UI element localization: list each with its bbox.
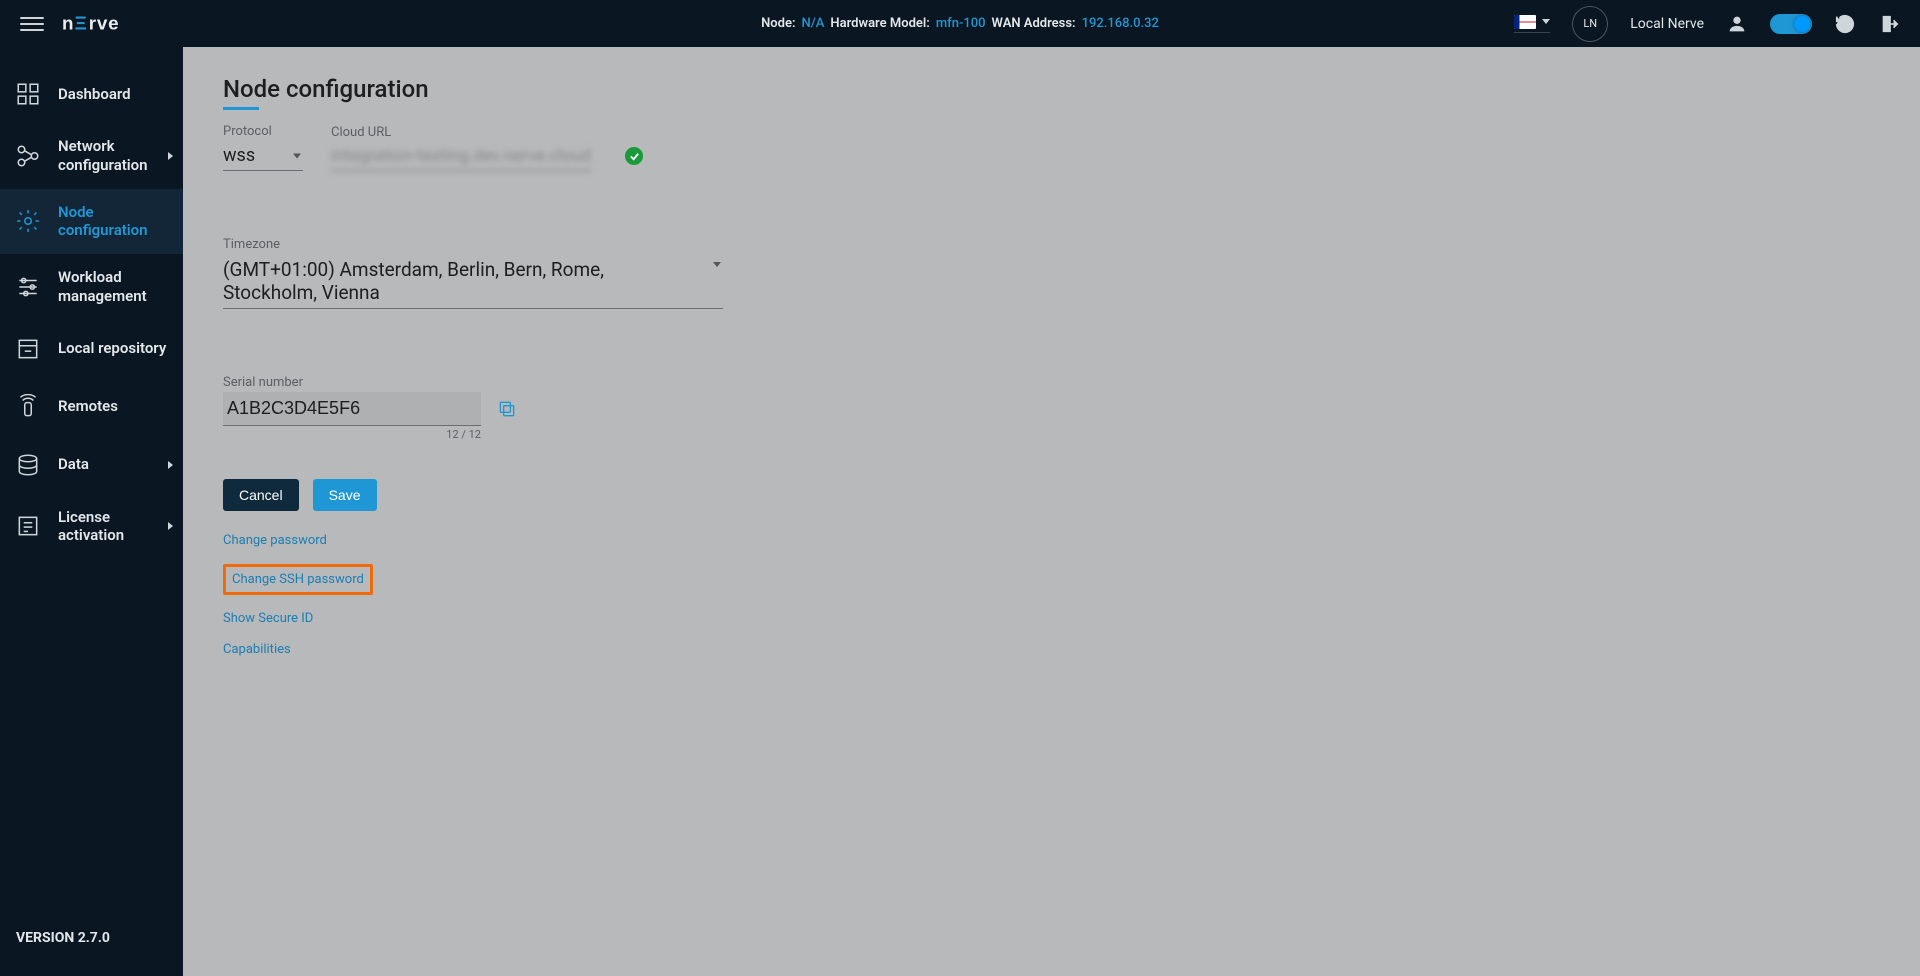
chevron-right-icon <box>168 522 173 530</box>
timezone-label: Timezone <box>223 237 723 252</box>
sidebar-item-label: Node configuration <box>58 203 169 241</box>
topbar-status: Node: N/A Hardware Model: mfn-100 WAN Ad… <box>761 16 1159 31</box>
remote-icon <box>14 394 42 420</box>
network-icon <box>14 143 42 169</box>
serial-counter: 12 / 12 <box>223 428 481 441</box>
logo: nΞrve <box>62 13 172 35</box>
serial-field: Serial number 12 / 12 <box>223 375 481 441</box>
serial-input[interactable] <box>223 392 481 426</box>
sidebar-item-data[interactable]: Data <box>0 436 183 494</box>
cloudurl-field-wrap: Cloud URL integration-testing.dev.nerve.… <box>331 125 591 171</box>
user-icon[interactable] <box>1726 13 1748 35</box>
wan-label: WAN Address: <box>992 16 1076 31</box>
cloudurl-input[interactable]: integration-testing.dev.nerve.cloud <box>331 142 591 171</box>
chevron-right-icon <box>168 152 173 160</box>
flag-icon <box>1514 15 1536 29</box>
timezone-field: Timezone (GMT+01:00) Amsterdam, Berlin, … <box>223 237 723 309</box>
topbar: nΞrve Node: N/A Hardware Model: mfn-100 … <box>0 0 1920 47</box>
sidebar-item-remotes[interactable]: Remotes <box>0 378 183 436</box>
sliders-icon <box>14 274 42 300</box>
sidebar-item-dashboard[interactable]: Dashboard <box>0 65 183 123</box>
serial-label: Serial number <box>223 375 481 390</box>
protocol-label: Protocol <box>223 124 303 139</box>
sidebar-item-label: Remotes <box>58 397 118 416</box>
protocol-select[interactable]: wss <box>223 141 303 171</box>
gear-icon <box>14 208 42 234</box>
sidebar-item-node-configuration[interactable]: Node configuration <box>0 189 183 255</box>
title-underline <box>223 107 259 110</box>
content-area: Node configuration Protocol wss Cloud UR… <box>183 47 1920 976</box>
sidebar-item-license-activation[interactable]: License activation <box>0 494 183 560</box>
sidebar-item-local-repository[interactable]: Local repository <box>0 320 183 378</box>
svg-text:rve: rve <box>89 13 120 34</box>
chevron-down-icon <box>1542 19 1550 24</box>
node-value: N/A <box>801 16 824 31</box>
svg-text:Ξ: Ξ <box>75 13 87 34</box>
cloudurl-label: Cloud URL <box>331 125 591 140</box>
check-icon <box>625 147 643 165</box>
language-selector[interactable] <box>1514 15 1550 33</box>
sidebar-item-label: Workload management <box>58 268 169 306</box>
protocol-field: Protocol wss <box>223 124 303 171</box>
license-icon <box>14 513 42 539</box>
save-button[interactable]: Save <box>313 479 377 511</box>
reload-icon[interactable] <box>1834 13 1856 35</box>
wan-value: 192.168.0.32 <box>1082 16 1159 31</box>
sidebar-item-label: Data <box>58 455 89 474</box>
logout-icon[interactable] <box>1878 13 1900 35</box>
show-secure-id-link[interactable]: Show Secure ID <box>223 611 313 626</box>
theme-toggle[interactable] <box>1770 14 1812 34</box>
change-ssh-password-link[interactable]: Change SSH password <box>223 564 373 595</box>
timezone-select[interactable]: (GMT+01:00) Amsterdam, Berlin, Bern, Rom… <box>223 254 723 309</box>
data-icon <box>14 452 42 478</box>
dashboard-icon <box>14 81 42 107</box>
sidebar: Dashboard Network configuration Node con… <box>0 47 183 976</box>
sidebar-item-label: Local repository <box>58 339 166 358</box>
sidebar-item-label: Dashboard <box>58 85 131 104</box>
sidebar-item-workload-management[interactable]: Workload management <box>0 254 183 320</box>
change-password-link[interactable]: Change password <box>223 533 327 548</box>
menu-toggle-icon[interactable] <box>20 12 44 36</box>
svg-text:n: n <box>62 13 74 34</box>
copy-icon[interactable] <box>497 399 517 423</box>
node-label: Node: <box>761 16 795 31</box>
page-title: Node configuration <box>223 75 1880 103</box>
avatar[interactable]: LN <box>1572 6 1608 42</box>
hw-label: Hardware Model: <box>830 16 929 31</box>
capabilities-link[interactable]: Capabilities <box>223 642 291 657</box>
version-label: VERSION 2.7.0 <box>0 910 183 976</box>
cancel-button[interactable]: Cancel <box>223 479 299 511</box>
sidebar-item-network-configuration[interactable]: Network configuration <box>0 123 183 189</box>
user-label: Local Nerve <box>1630 16 1704 32</box>
chevron-right-icon <box>168 461 173 469</box>
sidebar-item-label: License activation <box>58 508 169 546</box>
sidebar-item-label: Network configuration <box>58 137 169 175</box>
topbar-right: LN Local Nerve <box>1514 6 1900 42</box>
repository-icon <box>14 336 42 362</box>
hw-value: mfn-100 <box>936 16 986 31</box>
